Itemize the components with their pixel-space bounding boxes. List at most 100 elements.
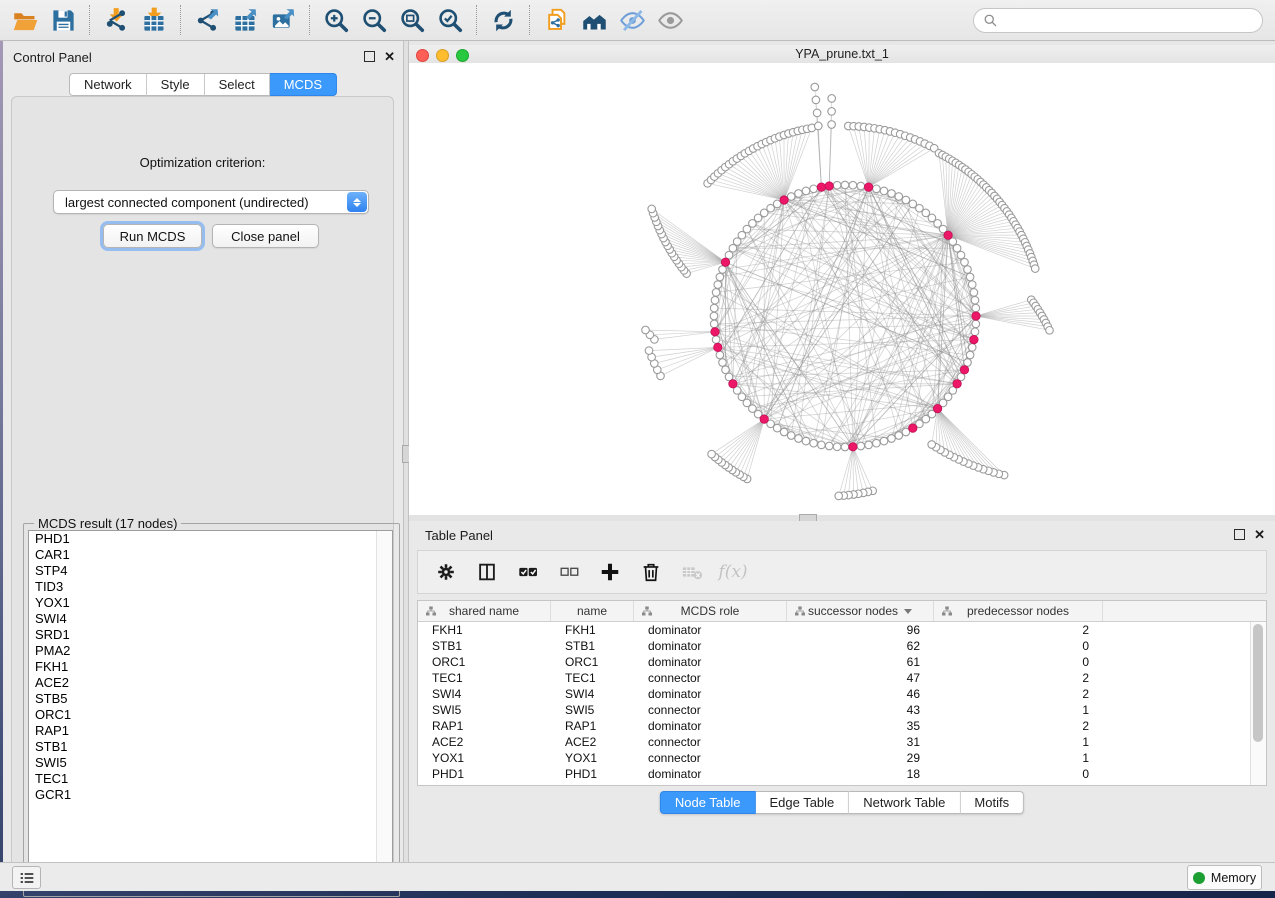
- cell-MCDS-role[interactable]: dominator: [634, 654, 787, 670]
- tab-mcds[interactable]: MCDS: [270, 73, 337, 96]
- network-node[interactable]: [711, 296, 719, 304]
- mcds-result-item[interactable]: STP4: [29, 563, 392, 579]
- table-row[interactable]: YOX1YOX1connector291: [418, 750, 1266, 766]
- tab-network-table[interactable]: Network Table: [849, 791, 960, 814]
- network-node[interactable]: [642, 326, 650, 334]
- network-node[interactable]: [708, 450, 716, 458]
- table-row[interactable]: RAP1RAP1dominator352: [418, 718, 1266, 734]
- dominator-node[interactable]: [960, 366, 968, 374]
- cell-predecessor-nodes[interactable]: 0: [934, 638, 1103, 654]
- network-node[interactable]: [811, 83, 819, 91]
- mcds-result-item[interactable]: STB1: [29, 739, 392, 755]
- network-node[interactable]: [828, 108, 836, 116]
- mcds-result-item[interactable]: SWI4: [29, 611, 392, 627]
- network-node[interactable]: [968, 344, 976, 352]
- mcds-result-item[interactable]: YOX1: [29, 595, 392, 611]
- network-node[interactable]: [722, 366, 730, 374]
- cell-successor-nodes[interactable]: 35: [787, 718, 934, 734]
- mcds-result-item[interactable]: CAR1: [29, 547, 392, 563]
- close-panel-icon[interactable]: ✕: [384, 51, 395, 62]
- network-node[interactable]: [971, 328, 979, 336]
- network-node[interactable]: [714, 281, 722, 289]
- first-neighbors-button[interactable]: [575, 3, 613, 37]
- mcds-list-scrollbar[interactable]: [376, 531, 392, 889]
- dominator-node[interactable]: [817, 183, 825, 191]
- open-file-button[interactable]: [6, 3, 44, 37]
- close-table-panel-icon[interactable]: ✕: [1254, 529, 1265, 540]
- network-node[interactable]: [841, 443, 849, 451]
- network-node[interactable]: [787, 432, 795, 440]
- delete-column-button[interactable]: [639, 560, 663, 584]
- mcds-result-item[interactable]: PHD1: [29, 531, 392, 547]
- cell-shared-name[interactable]: STB1: [418, 638, 551, 654]
- network-node[interactable]: [812, 96, 820, 104]
- float-panel-icon[interactable]: [364, 51, 375, 62]
- tab-motifs[interactable]: Motifs: [960, 791, 1024, 814]
- network-node[interactable]: [968, 281, 976, 289]
- show-hidden-button[interactable]: [651, 3, 689, 37]
- mcds-result-item[interactable]: STB5: [29, 691, 392, 707]
- table-row[interactable]: FKH1FKH1dominator962: [418, 622, 1266, 638]
- network-node[interactable]: [888, 435, 896, 443]
- cell-name[interactable]: PHD1: [551, 766, 634, 782]
- mcds-result-list[interactable]: PHD1CAR1STP4TID3YOX1SWI4SRD1PMA2FKH1ACE2…: [28, 530, 393, 890]
- cell-shared-name[interactable]: ACE2: [418, 734, 551, 750]
- network-graph[interactable]: [409, 63, 1275, 515]
- mcds-result-item[interactable]: SRD1: [29, 627, 392, 643]
- cell-name[interactable]: STB1: [551, 638, 634, 654]
- network-node[interactable]: [928, 441, 936, 449]
- export-table-button[interactable]: [226, 3, 264, 37]
- network-node[interactable]: [953, 244, 961, 252]
- columns-button[interactable]: [475, 560, 499, 584]
- network-node[interactable]: [970, 289, 978, 297]
- cell-shared-name[interactable]: YOX1: [418, 750, 551, 766]
- network-node[interactable]: [835, 492, 843, 500]
- zoom-in-button[interactable]: [317, 3, 355, 37]
- cell-successor-nodes[interactable]: 96: [787, 622, 934, 638]
- network-node[interactable]: [828, 95, 836, 103]
- cell-shared-name[interactable]: SWI5: [418, 702, 551, 718]
- cell-shared-name[interactable]: TEC1: [418, 670, 551, 686]
- dominator-node[interactable]: [849, 443, 857, 451]
- export-network-button[interactable]: [188, 3, 226, 37]
- tab-node-table[interactable]: Node Table: [660, 791, 756, 814]
- network-node[interactable]: [833, 443, 841, 451]
- mcds-result-item[interactable]: PMA2: [29, 643, 392, 659]
- cell-predecessor-nodes[interactable]: 0: [934, 766, 1103, 782]
- cell-MCDS-role[interactable]: dominator: [634, 638, 787, 654]
- dominator-node[interactable]: [933, 404, 941, 412]
- search-box[interactable]: [973, 8, 1263, 33]
- dominator-node[interactable]: [970, 335, 978, 343]
- network-node[interactable]: [815, 122, 823, 130]
- network-node[interactable]: [873, 439, 881, 447]
- network-node[interactable]: [712, 289, 720, 297]
- cell-name[interactable]: YOX1: [551, 750, 634, 766]
- import-table-button[interactable]: [135, 3, 173, 37]
- cell-shared-name[interactable]: SWI4: [418, 686, 551, 702]
- memory-button[interactable]: Memory: [1187, 865, 1262, 890]
- mcds-result-item[interactable]: SWI5: [29, 755, 392, 771]
- table-row[interactable]: STB1STB1dominator620: [418, 638, 1266, 654]
- cell-predecessor-nodes[interactable]: 1: [934, 750, 1103, 766]
- cell-successor-nodes[interactable]: 43: [787, 702, 934, 718]
- network-node[interactable]: [719, 359, 727, 367]
- network-node[interactable]: [810, 439, 818, 447]
- cell-MCDS-role[interactable]: connector: [634, 702, 787, 718]
- cell-MCDS-role[interactable]: dominator: [634, 686, 787, 702]
- cell-shared-name[interactable]: RAP1: [418, 718, 551, 734]
- table-scrollbar[interactable]: [1250, 622, 1266, 786]
- tab-style[interactable]: Style: [147, 73, 205, 96]
- optimization-criterion-select[interactable]: largest connected component (undirected): [53, 190, 369, 214]
- dominator-node[interactable]: [729, 380, 737, 388]
- cell-name[interactable]: ORC1: [551, 654, 634, 670]
- dominator-node[interactable]: [864, 183, 872, 191]
- network-node[interactable]: [716, 351, 724, 359]
- network-node[interactable]: [825, 442, 833, 450]
- network-node[interactable]: [880, 187, 888, 195]
- cell-predecessor-nodes[interactable]: 2: [934, 622, 1103, 638]
- network-node[interactable]: [966, 351, 974, 359]
- network-node[interactable]: [888, 190, 896, 198]
- cell-name[interactable]: ACE2: [551, 734, 634, 750]
- task-history-button[interactable]: [12, 866, 41, 889]
- cell-successor-nodes[interactable]: 46: [787, 686, 934, 702]
